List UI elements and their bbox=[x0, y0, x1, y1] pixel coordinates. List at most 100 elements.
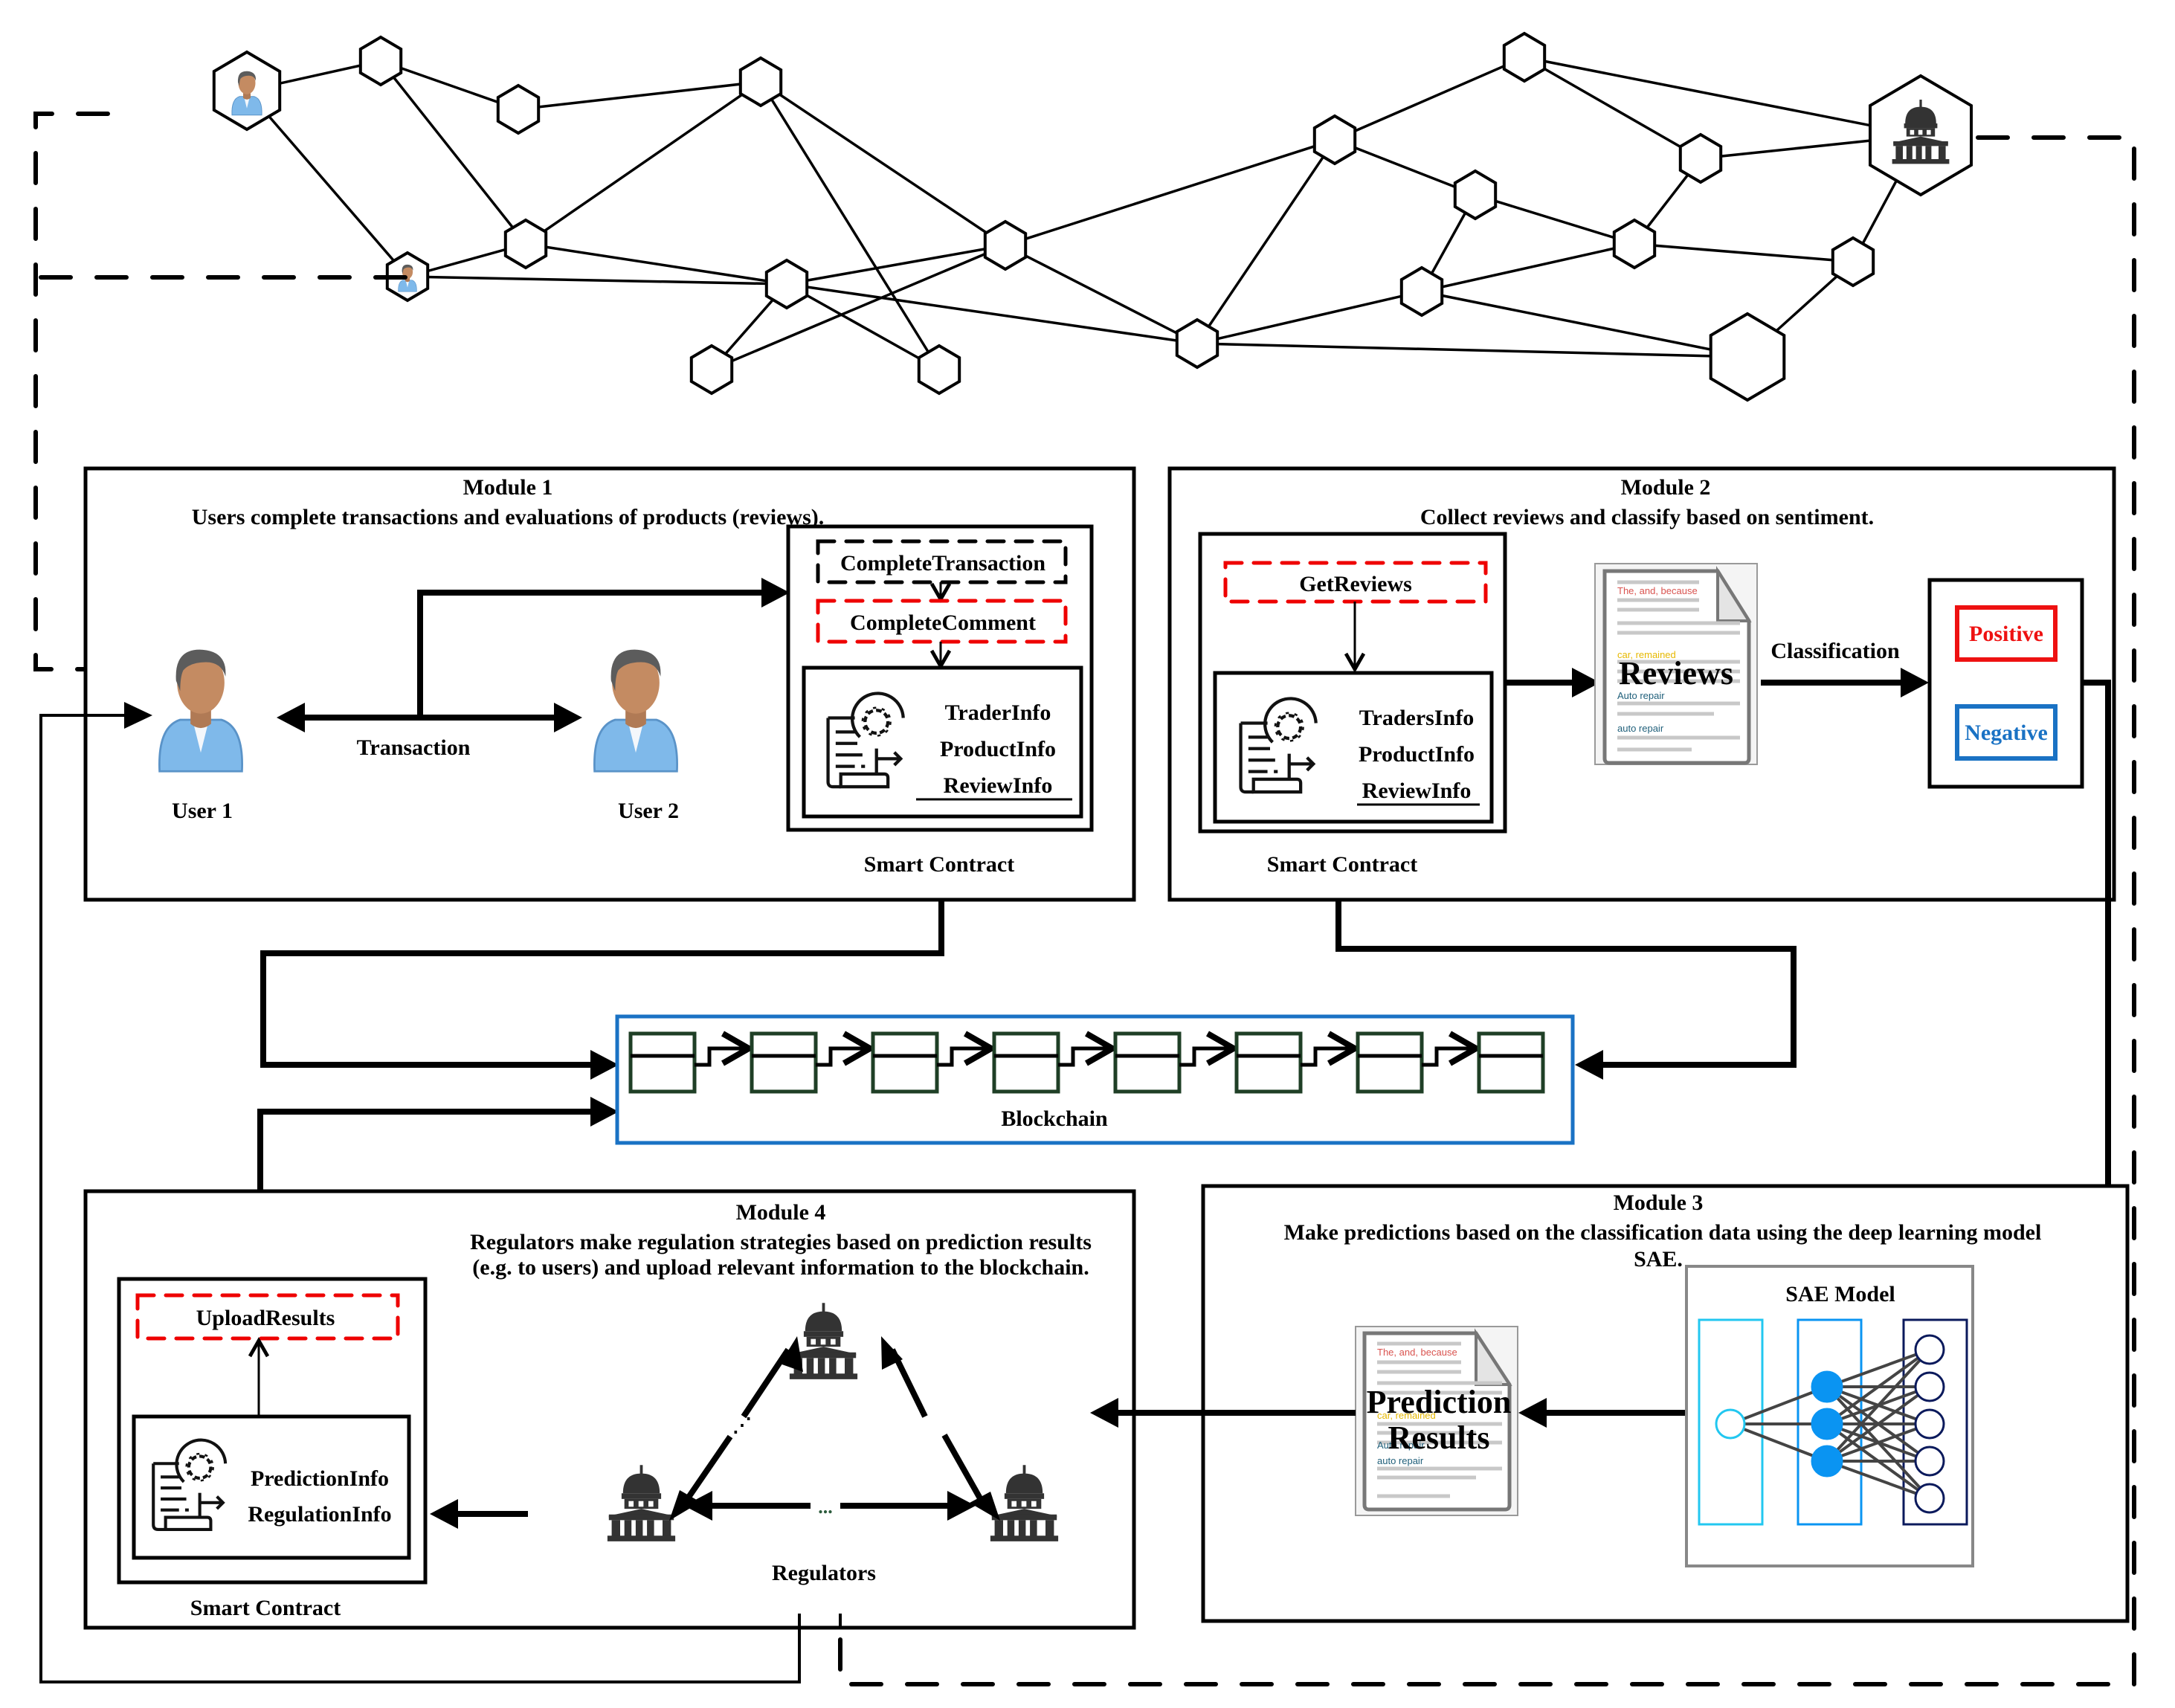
prediction-info-field: PredictionInfo bbox=[251, 1466, 389, 1491]
upload-results-function[interactable]: UploadResults bbox=[196, 1306, 335, 1330]
module-3-description-1: Make predictions based on the classifica… bbox=[1284, 1220, 2042, 1245]
module-2-smart-contract[interactable]: GetReviews TradersInfo ProductInfo Revie… bbox=[1198, 532, 1507, 834]
network-node[interactable] bbox=[738, 56, 783, 108]
network-link bbox=[786, 283, 1198, 345]
output-neuron bbox=[1914, 1334, 1945, 1365]
review-info-field: ReviewInfo bbox=[944, 773, 1053, 798]
module-2-title: Module 2 bbox=[1621, 475, 1711, 500]
user-2-label: User 2 bbox=[618, 799, 679, 823]
get-reviews-function[interactable]: GetReviews bbox=[1299, 572, 1412, 596]
module-1: Module 1 Users complete transactions and… bbox=[83, 466, 1136, 902]
module-4-smart-contract[interactable]: UploadResults PredictionInfo RegulationI… bbox=[117, 1277, 428, 1585]
block[interactable] bbox=[871, 1031, 939, 1094]
network-link bbox=[1196, 342, 1748, 358]
module-2: Module 2 Collect reviews and classify ba… bbox=[1167, 466, 2116, 902]
network-node[interactable] bbox=[1831, 236, 1875, 288]
network-node[interactable] bbox=[1612, 218, 1657, 270]
doc-line-4: auto repair bbox=[1377, 1455, 1424, 1466]
module-2-description: Collect reviews and classify based on se… bbox=[1420, 505, 1874, 529]
traders-info-field: TradersInfo bbox=[1359, 706, 1474, 730]
blockchain-label: Blockchain bbox=[1001, 1106, 1108, 1131]
module-1-smart-contract[interactable]: CompleteTransaction CompleteComment Trad… bbox=[786, 524, 1094, 832]
module-3-title: Module 3 bbox=[1614, 1190, 1704, 1215]
negative-label: Negative bbox=[1965, 721, 2048, 745]
module-4-contract-label: Smart Contract bbox=[190, 1596, 341, 1620]
blockchain[interactable]: Blockchain bbox=[615, 1014, 1575, 1145]
network-node[interactable] bbox=[689, 344, 734, 396]
ellipsis-bottom: ... bbox=[818, 1496, 833, 1518]
network-node[interactable] bbox=[983, 219, 1028, 271]
reviews-document[interactable]: The, and, because car, remained Auto rep… bbox=[1594, 563, 1758, 765]
network-link bbox=[1196, 139, 1336, 344]
user-1-label: User 1 bbox=[172, 799, 233, 823]
p2p-network bbox=[212, 31, 1973, 402]
network-node[interactable] bbox=[917, 344, 961, 396]
network-link bbox=[1334, 56, 1525, 141]
network-node[interactable] bbox=[496, 83, 541, 135]
prediction-label-1: Prediction bbox=[1367, 1384, 1512, 1420]
block[interactable] bbox=[992, 1031, 1060, 1094]
sentiment-classes: Positive Negative bbox=[1927, 578, 2084, 789]
network-link bbox=[1421, 290, 1748, 358]
network-link bbox=[1421, 242, 1635, 293]
hidden-neuron bbox=[1811, 1370, 1843, 1403]
review-info-field: ReviewInfo bbox=[1362, 779, 1472, 803]
prediction-label-2: Results bbox=[1388, 1419, 1490, 1456]
block[interactable] bbox=[750, 1031, 818, 1094]
module-1-title: Module 1 bbox=[463, 475, 553, 500]
complete-transaction-function[interactable]: CompleteTransaction bbox=[840, 551, 1045, 576]
regulators-label: Regulators bbox=[772, 1561, 876, 1585]
system-architecture-diagram: Module 1 Users complete transactions and… bbox=[33, 31, 2136, 1686]
doc-line-3: Auto repair bbox=[1617, 690, 1665, 701]
sae-model[interactable]: SAE Model bbox=[1685, 1265, 1974, 1567]
transaction-label: Transaction bbox=[357, 735, 471, 760]
output-neuron bbox=[1914, 1408, 1945, 1440]
network-node[interactable] bbox=[1453, 169, 1498, 221]
network-node[interactable] bbox=[1175, 318, 1219, 370]
block[interactable] bbox=[1113, 1031, 1182, 1094]
network-link bbox=[760, 80, 1006, 247]
hidden-neuron bbox=[1811, 1408, 1843, 1440]
network-node[interactable] bbox=[1312, 114, 1357, 166]
sae-model-label: SAE Model bbox=[1785, 1282, 1895, 1306]
trader-info-field: TraderInfo bbox=[945, 700, 1051, 725]
network-link bbox=[1634, 242, 1854, 263]
output-neuron bbox=[1914, 1483, 1945, 1514]
module-4: Module 4 Regulators make regulation stra… bbox=[83, 1189, 1136, 1630]
network-node[interactable] bbox=[1399, 265, 1444, 318]
network-node[interactable] bbox=[1678, 132, 1723, 184]
module-4-title: Module 4 bbox=[736, 1200, 826, 1225]
doc-line-1: The, and, because bbox=[1617, 585, 1698, 596]
network-node[interactable] bbox=[764, 258, 809, 310]
block[interactable] bbox=[628, 1031, 697, 1094]
network-link bbox=[786, 244, 1006, 286]
prediction-results-document[interactable]: The, and, because car, remained Auto rep… bbox=[1355, 1326, 1518, 1516]
module-4-description-1: Regulators make regulation strategies ba… bbox=[470, 1230, 1092, 1254]
input-neuron bbox=[1715, 1408, 1746, 1440]
network-node[interactable] bbox=[358, 35, 403, 87]
network-link bbox=[407, 275, 787, 286]
module-2-contract-label: Smart Contract bbox=[1267, 852, 1417, 877]
module-1-contract-label: Smart Contract bbox=[864, 852, 1014, 877]
network-link bbox=[759, 81, 941, 370]
output-neuron bbox=[1914, 1371, 1945, 1402]
network-node[interactable] bbox=[503, 218, 548, 270]
block[interactable] bbox=[1234, 1031, 1303, 1094]
network-link bbox=[525, 242, 787, 286]
doc-line-4: auto repair bbox=[1617, 723, 1664, 734]
network-link bbox=[711, 244, 1006, 371]
doc-line-1: The, and, because bbox=[1377, 1347, 1457, 1358]
hidden-neuron bbox=[1811, 1445, 1843, 1477]
positive-label: Positive bbox=[1969, 622, 2043, 646]
network-link bbox=[1475, 193, 1635, 245]
network-node[interactable] bbox=[1709, 312, 1786, 402]
block[interactable] bbox=[1356, 1031, 1424, 1094]
complete-comment-function[interactable]: CompleteComment bbox=[850, 610, 1036, 635]
ellipsis: ⋰ bbox=[732, 1414, 752, 1436]
product-info-field: ProductInfo bbox=[1359, 742, 1475, 767]
classification-label: Classification bbox=[1770, 639, 1900, 663]
network-node[interactable] bbox=[1502, 31, 1547, 83]
block[interactable] bbox=[1477, 1031, 1545, 1094]
network-link bbox=[518, 80, 761, 111]
network-link bbox=[1524, 56, 1701, 160]
